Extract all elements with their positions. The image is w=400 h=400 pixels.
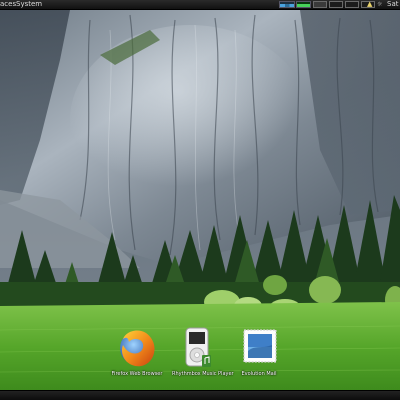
menu-system[interactable]: System: [16, 0, 42, 9]
dock-item-evolution[interactable]: Evolution Mail: [230, 325, 288, 377]
dock-label-evolution: Evolution Mail: [241, 371, 277, 377]
workspace-2[interactable]: [329, 1, 343, 8]
mail-stamp-icon: [243, 329, 277, 363]
network-monitor-icon[interactable]: [279, 1, 295, 8]
firefox-icon: [120, 330, 155, 367]
user-icon[interactable]: ▲: [367, 1, 374, 8]
workspace-1[interactable]: [313, 1, 327, 8]
top-panel: aces System ▲ ☼ Sat ,: [0, 0, 400, 10]
clock-text[interactable]: Sat ,: [387, 0, 400, 9]
cpu-monitor-icon[interactable]: [296, 1, 311, 8]
desktop-screen: aces System ▲ ☼ Sat ,: [0, 0, 400, 400]
ipod-music-player-icon: [185, 327, 211, 367]
dock-item-firefox[interactable]: Firefox Web Browser: [108, 325, 166, 377]
dock-item-rhythmbox[interactable]: Rhythmbox Music Player: [172, 325, 234, 377]
clock-icon: ☼: [377, 1, 383, 8]
workspace-3[interactable]: [345, 1, 359, 8]
dock-label-firefox: Firefox Web Browser: [111, 371, 163, 377]
dock-label-rhythmbox: Rhythmbox Music Player: [172, 371, 234, 377]
bottom-panel: [0, 390, 400, 400]
menu-places[interactable]: aces: [0, 0, 16, 9]
